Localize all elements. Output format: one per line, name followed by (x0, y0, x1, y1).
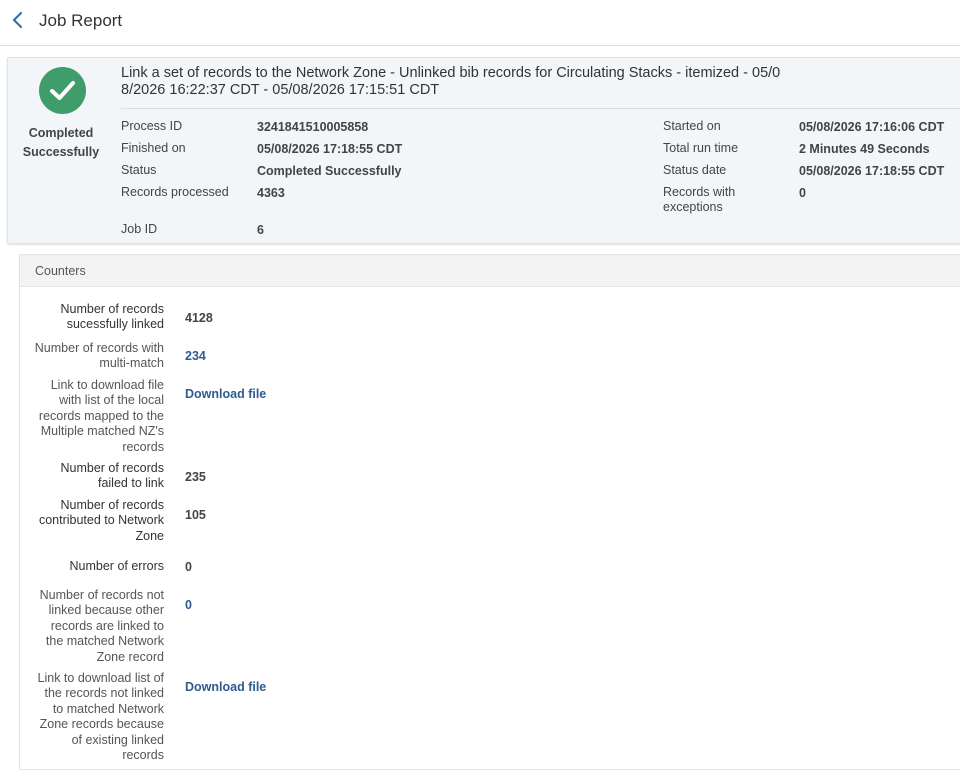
total-run-time-value: 2 Minutes 49 Seconds (799, 142, 930, 156)
process-id-label: Process ID (121, 119, 183, 133)
records-processed-value: 4363 (257, 186, 285, 200)
status-date-label: Status date (663, 163, 727, 177)
total-run-time-label: Total run time (663, 141, 739, 155)
job-id-value: 6 (257, 223, 264, 237)
counter-value-failed: 235 (185, 470, 206, 484)
status-label: Status (121, 163, 157, 177)
records-processed-label: Records processed (121, 185, 229, 199)
counter-value-contributed: 105 (185, 508, 206, 522)
counter-label-download-not-linked: Link to download list of the records not … (37, 671, 164, 763)
started-on-value: 05/08/2026 17:16:06 CDT (799, 120, 945, 134)
download-file-link-not-linked[interactable]: Download file (185, 680, 266, 694)
started-on-label: Started on (663, 119, 721, 133)
records-with-exceptions-label: Records with exceptions (663, 185, 736, 214)
process-id-value: 3241841510005858 (257, 120, 369, 134)
finished-on-label: Finished on (121, 141, 186, 155)
job-name: Link a set of records to the Network Zon… (121, 65, 781, 98)
counter-label-contributed: Number of records contributed to Network Z… (38, 498, 164, 543)
download-file-link-multiple-matched[interactable]: Download file (185, 387, 266, 401)
counter-label-failed: Number of records failed to link (60, 461, 164, 491)
counters-panel: Counters Number of records sucessfully li… (19, 254, 960, 770)
counters-header: Counters (20, 255, 960, 287)
counters-title: Counters (35, 264, 86, 278)
finished-on-value: 05/08/2026 17:18:55 CDT (257, 142, 403, 156)
job-status-label: Completed Successfully (22, 126, 100, 159)
page-header: Job Report (0, 0, 960, 46)
counter-label-not-linked: Number of records not linked because othe… (39, 588, 164, 664)
status-date-value: 05/08/2026 17:18:55 CDT (799, 164, 945, 178)
records-with-exceptions-value: 0 (799, 186, 806, 200)
job-id-label: Job ID (121, 222, 158, 236)
chevron-left-icon (12, 11, 23, 29)
counter-label-errors: Number of errors (69, 559, 164, 573)
page-title: Job Report (39, 11, 123, 30)
counter-label-download-multiple-matched: Link to download file with list of the lo… (38, 378, 164, 454)
divider (121, 108, 960, 109)
job-summary-card: Completed Successfully Link a set of rec… (7, 57, 960, 244)
status-value: Completed Successfully (257, 164, 402, 178)
counter-label-linked: Number of records sucessfully linked (60, 302, 164, 332)
counter-value-linked: 4128 (185, 311, 213, 325)
check-circle-icon (39, 67, 86, 114)
not-linked-link[interactable]: 0 (185, 598, 192, 612)
back-button[interactable] (8, 10, 28, 30)
counter-value-errors: 0 (185, 560, 192, 574)
multi-match-link[interactable]: 234 (185, 349, 206, 363)
counter-label-multi-match: Number of records with multi-match (34, 341, 164, 371)
